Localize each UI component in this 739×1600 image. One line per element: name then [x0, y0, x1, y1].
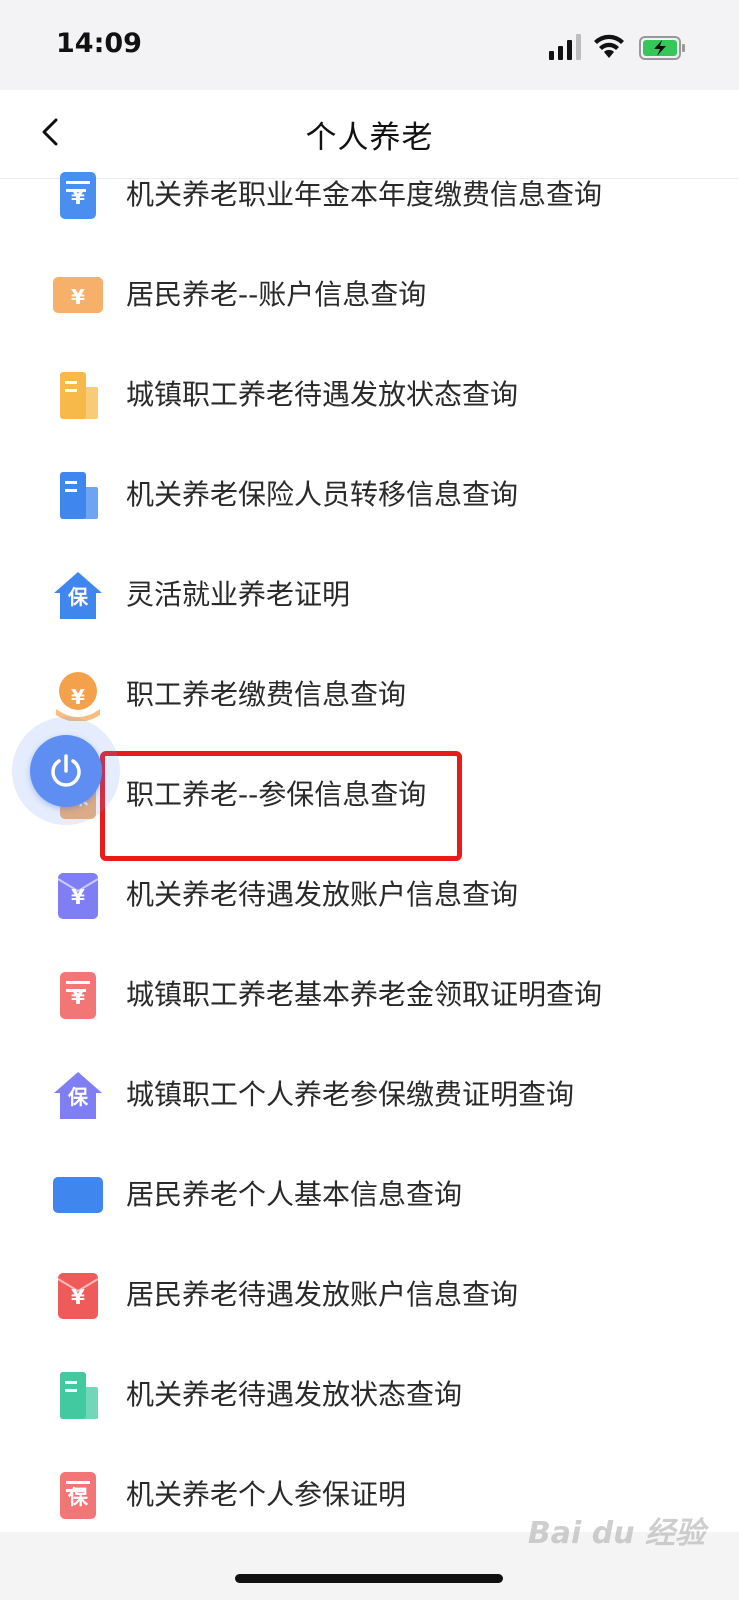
- list-item-label: 居民养老待遇发放账户信息查询: [126, 1278, 519, 1311]
- list-item-label: 职工养老缴费信息查询: [126, 678, 407, 711]
- list-item-label: 居民养老个人基本信息查询: [126, 1178, 463, 1211]
- list-item-label: 灵活就业养老证明: [126, 578, 351, 611]
- list-item-label: 机关养老职业年金本年度缴费信息查询: [126, 178, 603, 211]
- transfer-building-icon: [60, 472, 98, 519]
- list-item[interactable]: 保 城镇职工个人养老参保缴费证明查询: [0, 1044, 739, 1146]
- list-item[interactable]: 居民养老个人基本信息查询: [0, 1144, 739, 1246]
- envelope-yuan-icon: ¥: [57, 873, 99, 919]
- svg-text:¥: ¥: [71, 985, 85, 1009]
- list-item[interactable]: ¥ 职工养老缴费信息查询: [0, 644, 739, 746]
- floating-power-button[interactable]: [30, 735, 102, 807]
- list-item-label: 城镇职工养老待遇发放状态查询: [126, 378, 519, 411]
- list-item[interactable]: ¥ 机关养老职业年金本年度缴费信息查询: [0, 144, 739, 246]
- list-item-label: 城镇职工养老基本养老金领取证明查询: [126, 978, 603, 1011]
- list-item[interactable]: ¥ 城镇职工养老基本养老金领取证明查询: [0, 944, 739, 1046]
- svg-text:¥: ¥: [71, 685, 85, 709]
- list-item[interactable]: 机关养老保险人员转移信息查询: [0, 444, 739, 546]
- house-insurance-icon: 保: [54, 572, 102, 619]
- certificate-icon: 保: [60, 1472, 96, 1519]
- building-status-icon: [60, 1372, 98, 1419]
- status-bar: 14:09: [0, 0, 739, 90]
- coin-hand-icon: ¥: [56, 672, 100, 721]
- list-item[interactable]: 机关养老待遇发放状态查询: [0, 1344, 739, 1446]
- list-item[interactable]: 保 灵活就业养老证明: [0, 544, 739, 646]
- svg-text:保: 保: [67, 1085, 89, 1109]
- signal-icon: [549, 34, 581, 60]
- watermark: Bai du 经验: [527, 1516, 705, 1551]
- list-item-label: 机关养老待遇发放状态查询: [126, 1378, 463, 1411]
- list-item[interactable]: ¥ 居民养老待遇发放账户信息查询: [0, 1244, 739, 1346]
- building-status-icon: [60, 372, 98, 419]
- pension-bill-icon: ¥: [60, 172, 96, 219]
- power-icon: [51, 754, 81, 787]
- list-item-label: 机关养老个人参保证明: [126, 1478, 407, 1511]
- svg-text:保: 保: [67, 1485, 89, 1509]
- battery-charging-icon: [639, 36, 685, 60]
- svg-text:¥: ¥: [71, 285, 85, 309]
- svg-text:¥: ¥: [71, 1285, 85, 1309]
- list-item[interactable]: ¥ 居民养老--账户信息查询: [0, 244, 739, 346]
- svg-text:¥: ¥: [71, 885, 85, 909]
- list-item-label: 居民养老--账户信息查询: [126, 278, 427, 311]
- status-time: 14:09: [56, 28, 142, 59]
- house-insurance-icon: 保: [54, 1072, 102, 1119]
- home-indicator: [235, 1574, 503, 1583]
- account-card-icon: ¥: [53, 277, 103, 313]
- id-card-icon: [53, 1177, 103, 1213]
- certificate-yuan-icon: ¥: [60, 972, 96, 1019]
- envelope-yuan-icon: ¥: [57, 1273, 99, 1319]
- list-item-label: 机关养老保险人员转移信息查询: [126, 478, 519, 511]
- highlight-annotation-box: [100, 751, 462, 861]
- wifi-icon: [594, 34, 624, 58]
- list-item-label: 城镇职工个人养老参保缴费证明查询: [126, 1078, 575, 1111]
- svg-text:¥: ¥: [71, 185, 85, 209]
- svg-text:保: 保: [67, 585, 89, 609]
- list-item[interactable]: 城镇职工养老待遇发放状态查询: [0, 344, 739, 446]
